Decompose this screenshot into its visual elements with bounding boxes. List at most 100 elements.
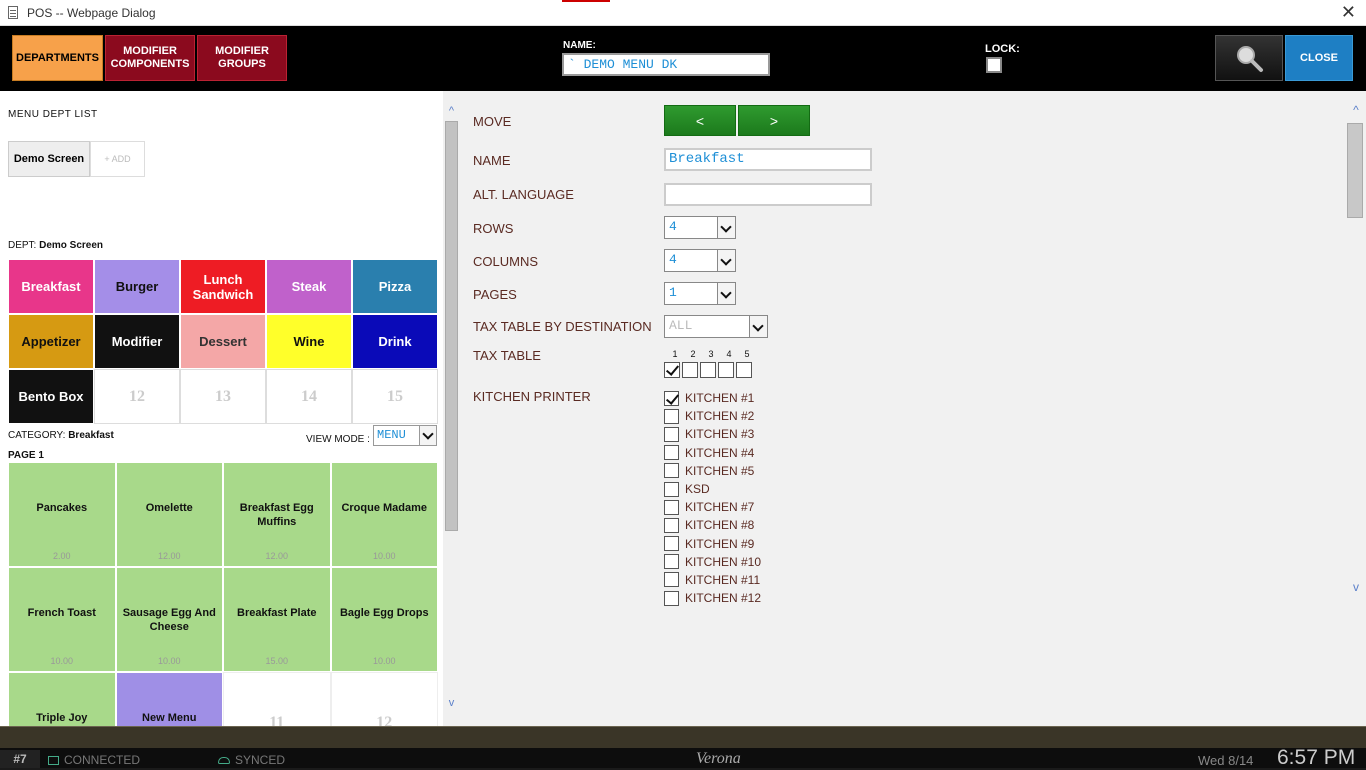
menu-item-tile[interactable]: Pancakes 2.00	[8, 462, 116, 567]
menu-name-label: NAME:	[563, 40, 596, 51]
toolbar: DEPARTMENTS MODIFIER COMPONENTS MODIFIER…	[0, 26, 1366, 91]
modifier-groups-button[interactable]: MODIFIER GROUPS	[197, 35, 287, 81]
kitchen-checkbox[interactable]	[664, 590, 679, 606]
kitchen-checkbox[interactable]	[664, 481, 679, 497]
menu-item-tile[interactable]: Bagle Egg Drops 10.00	[330, 567, 438, 672]
menu-item-price: 10.00	[157, 656, 181, 666]
menu-item-price: 10.00	[372, 656, 396, 666]
menu-item-name: French Toast	[27, 607, 96, 619]
scroll-down-icon[interactable]: v	[1348, 580, 1364, 594]
department-tile[interactable]: Lunch Sandwich	[180, 259, 266, 314]
tax-checkbox[interactable]	[682, 362, 698, 378]
kitchen-printer-row[interactable]: KITCHEN #7	[664, 498, 761, 516]
search-button[interactable]	[1215, 35, 1283, 81]
menu-item-tile[interactable]: French Toast 10.00	[8, 567, 116, 672]
kitchen-printer-row[interactable]: KITCHEN #4	[664, 444, 761, 462]
tax-checkbox[interactable]	[736, 362, 752, 378]
kitchen-printer-row[interactable]: KITCHEN #8	[664, 516, 761, 534]
connected-text: CONNECTED	[64, 753, 141, 767]
department-tile[interactable]: Drink	[352, 314, 438, 369]
department-tile[interactable]: Steak	[266, 259, 352, 314]
menu-item-tile[interactable]: Triple Joy	[8, 672, 116, 726]
kitchen-label: KITCHEN #7	[685, 500, 755, 515]
department-tile[interactable]: Burger	[94, 259, 180, 314]
department-tile[interactable]: Bento Box	[8, 369, 94, 424]
tab-demo-screen[interactable]: Demo Screen	[8, 141, 90, 177]
modifier-components-button[interactable]: MODIFIER COMPONENTS	[105, 35, 195, 81]
kitchen-checkbox[interactable]	[664, 572, 679, 588]
menu-item-tile[interactable]: Omelette 12.00	[115, 462, 223, 567]
scroll-thumb[interactable]	[445, 121, 458, 531]
right-scrollbar[interactable]: ^ v	[1346, 91, 1366, 726]
kitchen-printer-row[interactable]: KITCHEN #1	[664, 389, 761, 407]
close-button[interactable]: CLOSE	[1285, 35, 1353, 81]
kitchen-checkbox[interactable]	[664, 426, 679, 442]
brand-logo: Verona	[696, 750, 741, 767]
menu-item-tile[interactable]: 11	[223, 672, 331, 726]
connected-status: CONNECTED	[48, 753, 140, 767]
department-tile[interactable]: 14	[266, 369, 352, 424]
kitchen-printer-row[interactable]: KITCHEN #12	[664, 589, 761, 607]
department-tile[interactable]: Appetizer	[8, 314, 94, 369]
department-tile[interactable]: Dessert	[180, 314, 266, 369]
kitchen-printer-row[interactable]: KITCHEN #10	[664, 553, 761, 571]
kitchen-label: KITCHEN #11	[685, 572, 761, 587]
department-tile[interactable]: Modifier	[94, 314, 180, 369]
tax-checkbox[interactable]	[718, 362, 734, 378]
monitor-icon	[48, 756, 59, 765]
view-mode-select[interactable]: MENU	[373, 425, 437, 446]
add-tab-button[interactable]: + ADD	[90, 141, 145, 177]
name-input[interactable]: Breakfast	[664, 148, 872, 171]
department-tile[interactable]: 12	[94, 369, 180, 424]
kitchen-checkbox[interactable]	[664, 408, 679, 424]
menu-item-tile[interactable]: New Menu	[115, 672, 223, 726]
synced-status: SYNCED	[218, 753, 285, 767]
tax-checkbox[interactable]	[700, 362, 716, 378]
move-right-button[interactable]: >	[738, 105, 810, 136]
kitchen-checkbox[interactable]	[664, 499, 679, 515]
kitchen-checkbox[interactable]	[664, 390, 679, 406]
chevron-down-icon	[419, 426, 436, 445]
menu-item-tile[interactable]: Breakfast Plate 15.00	[223, 567, 331, 672]
tax-destination-select[interactable]: ALL	[664, 315, 768, 338]
department-tile[interactable]: Wine	[266, 314, 352, 369]
kitchen-checkbox[interactable]	[664, 517, 679, 533]
alt-language-input[interactable]	[664, 183, 872, 206]
menu-item-tile[interactable]: Croque Madame 10.00	[330, 462, 438, 567]
kitchen-printer-row[interactable]: KITCHEN #3	[664, 425, 761, 443]
menu-item-tile[interactable]: 12	[330, 672, 438, 726]
rows-select[interactable]: 4	[664, 216, 736, 239]
kitchen-printer-row[interactable]: KITCHEN #5	[664, 462, 761, 480]
scroll-thumb[interactable]	[1347, 123, 1363, 218]
kitchen-printer-list: KITCHEN #1 KITCHEN #2 KITCHEN #3 KITCHEN #4…	[664, 389, 761, 607]
tax-checkbox[interactable]	[664, 362, 680, 378]
department-tile[interactable]: 15	[352, 369, 438, 424]
menu-item-tile[interactable]: Breakfast Egg Muffins 12.00	[223, 462, 331, 567]
kitchen-checkbox[interactable]	[664, 445, 679, 461]
kitchen-printer-row[interactable]: KITCHEN #9	[664, 535, 761, 553]
kitchen-printer-row[interactable]: KITCHEN #2	[664, 407, 761, 425]
department-tile[interactable]: Pizza	[352, 259, 438, 314]
department-tile[interactable]: Breakfast	[8, 259, 94, 314]
scroll-up-icon[interactable]: ^	[1348, 103, 1364, 117]
kitchen-checkbox[interactable]	[664, 463, 679, 479]
columns-select[interactable]: 4	[664, 249, 736, 272]
kitchen-printer-row[interactable]: KITCHEN #11	[664, 571, 761, 589]
kitchen-printer-row[interactable]: KSD	[664, 480, 761, 498]
menu-name-input[interactable]: ` DEMO MENU DK	[562, 53, 770, 76]
menu-item-tile[interactable]: Sausage Egg And Cheese 10.00	[115, 567, 223, 672]
kitchen-checkbox[interactable]	[664, 536, 679, 552]
lock-checkbox[interactable]	[986, 57, 1002, 73]
kitchen-label: KITCHEN #2	[685, 409, 755, 424]
departments-button[interactable]: DEPARTMENTS	[12, 35, 103, 81]
department-tile[interactable]: 13	[180, 369, 266, 424]
scroll-up-icon[interactable]: ^	[445, 105, 458, 117]
kitchen-label: KITCHEN #3	[685, 427, 755, 442]
kitchen-checkbox[interactable]	[664, 554, 679, 570]
move-left-button[interactable]: <	[664, 105, 736, 136]
pages-select[interactable]: 1	[664, 282, 736, 305]
left-scrollbar[interactable]: ^ v	[443, 91, 460, 726]
window-close-icon[interactable]: ✕	[1341, 2, 1356, 23]
menu-item-name: Omelette	[145, 502, 193, 514]
scroll-down-icon[interactable]: v	[445, 697, 458, 709]
